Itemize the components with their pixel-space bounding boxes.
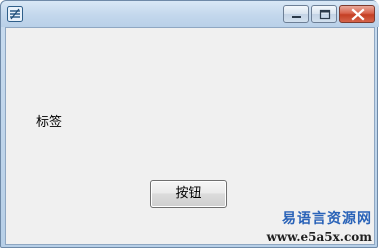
push-button[interactable]: 按钮 (150, 180, 227, 208)
app-icon (7, 6, 23, 22)
maximize-icon (319, 9, 331, 20)
minimize-button[interactable] (283, 5, 309, 23)
title-bar[interactable] (1, 1, 379, 27)
close-icon (351, 8, 365, 21)
static-label: 标签 (36, 115, 63, 130)
watermark-url: www.e5a5x.com (266, 230, 372, 244)
close-button[interactable] (339, 5, 375, 23)
maximize-button[interactable] (311, 5, 337, 23)
site-watermark: 易语言资源网 www.e5a5x.com (267, 212, 372, 244)
minimize-icon (292, 16, 301, 18)
watermark-title: 易语言资源网 (282, 211, 372, 227)
